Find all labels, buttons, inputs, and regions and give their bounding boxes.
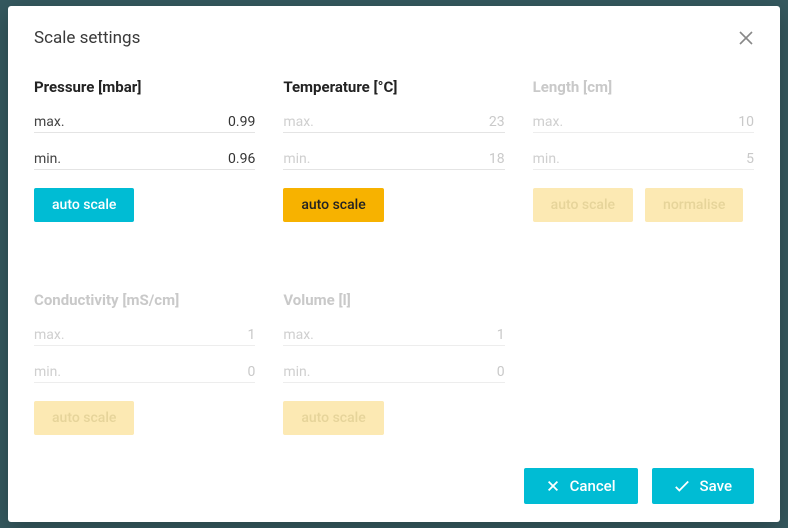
min-label: min. — [533, 151, 560, 167]
pressure-max-input[interactable] — [165, 114, 255, 130]
cancel-button[interactable]: Cancel — [524, 468, 638, 504]
pressure-auto-scale-button[interactable]: auto scale — [34, 188, 134, 222]
max-label: max. — [34, 114, 65, 130]
min-label: min. — [283, 364, 310, 380]
volume-max-row: max. — [283, 327, 504, 346]
panel-conductivity: Conductivity [mS/cm] max. min. auto scal… — [34, 291, 255, 460]
length-min-input[interactable] — [664, 151, 754, 167]
close-icon[interactable] — [738, 30, 754, 46]
cancel-button-label: Cancel — [570, 477, 616, 495]
length-min-row: min. — [533, 151, 754, 170]
panel-title-pressure: Pressure [mbar] — [34, 78, 255, 96]
panel-pressure: Pressure [mbar] max. min. auto scale — [34, 78, 255, 247]
conductivity-max-input[interactable] — [165, 327, 255, 343]
pressure-min-row: min. — [34, 151, 255, 170]
length-max-input[interactable] — [664, 114, 754, 130]
panel-title-length: Length [cm] — [533, 78, 754, 96]
panel-volume: Volume [l] max. min. auto scale — [283, 291, 504, 460]
temperature-max-row: max. — [283, 114, 504, 133]
volume-auto-scale-button[interactable]: auto scale — [283, 401, 383, 435]
temperature-min-input[interactable] — [415, 151, 505, 167]
min-label: min. — [283, 151, 310, 167]
volume-min-input[interactable] — [415, 364, 505, 380]
min-label: min. — [34, 364, 61, 380]
length-normalise-button[interactable]: normalise — [645, 188, 743, 222]
modal-title: Scale settings — [34, 28, 140, 48]
conductivity-auto-scale-button[interactable]: auto scale — [34, 401, 134, 435]
panel-length: Length [cm] max. min. auto scale normali… — [533, 78, 754, 247]
max-label: max. — [283, 114, 314, 130]
pressure-max-row: max. — [34, 114, 255, 133]
conductivity-min-input[interactable] — [165, 364, 255, 380]
length-auto-scale-button[interactable]: auto scale — [533, 188, 633, 222]
min-label: min. — [34, 151, 61, 167]
conductivity-max-row: max. — [34, 327, 255, 346]
panel-title-conductivity: Conductivity [mS/cm] — [34, 291, 255, 309]
save-button[interactable]: Save — [652, 468, 754, 504]
length-max-row: max. — [533, 114, 754, 133]
panel-temperature: Temperature [°C] max. min. auto scale — [283, 78, 504, 247]
max-label: max. — [533, 114, 564, 130]
volume-min-row: min. — [283, 364, 504, 383]
temperature-auto-scale-button[interactable]: auto scale — [283, 188, 383, 222]
check-icon — [674, 479, 690, 493]
temperature-max-input[interactable] — [415, 114, 505, 130]
scale-settings-modal: Scale settings Pressure [mbar] max. min.… — [8, 6, 780, 522]
temperature-min-row: min. — [283, 151, 504, 170]
panels-grid: Pressure [mbar] max. min. auto scale Tem… — [34, 78, 754, 460]
conductivity-min-row: min. — [34, 364, 255, 383]
panel-title-volume: Volume [l] — [283, 291, 504, 309]
panel-empty — [533, 291, 754, 460]
volume-max-input[interactable] — [415, 327, 505, 343]
max-label: max. — [34, 327, 65, 343]
panel-title-temperature: Temperature [°C] — [283, 78, 504, 96]
modal-header: Scale settings — [34, 28, 754, 48]
save-button-label: Save — [700, 477, 732, 495]
modal-footer: Cancel Save — [34, 468, 754, 504]
close-icon — [546, 479, 560, 493]
max-label: max. — [283, 327, 314, 343]
pressure-min-input[interactable] — [165, 151, 255, 167]
